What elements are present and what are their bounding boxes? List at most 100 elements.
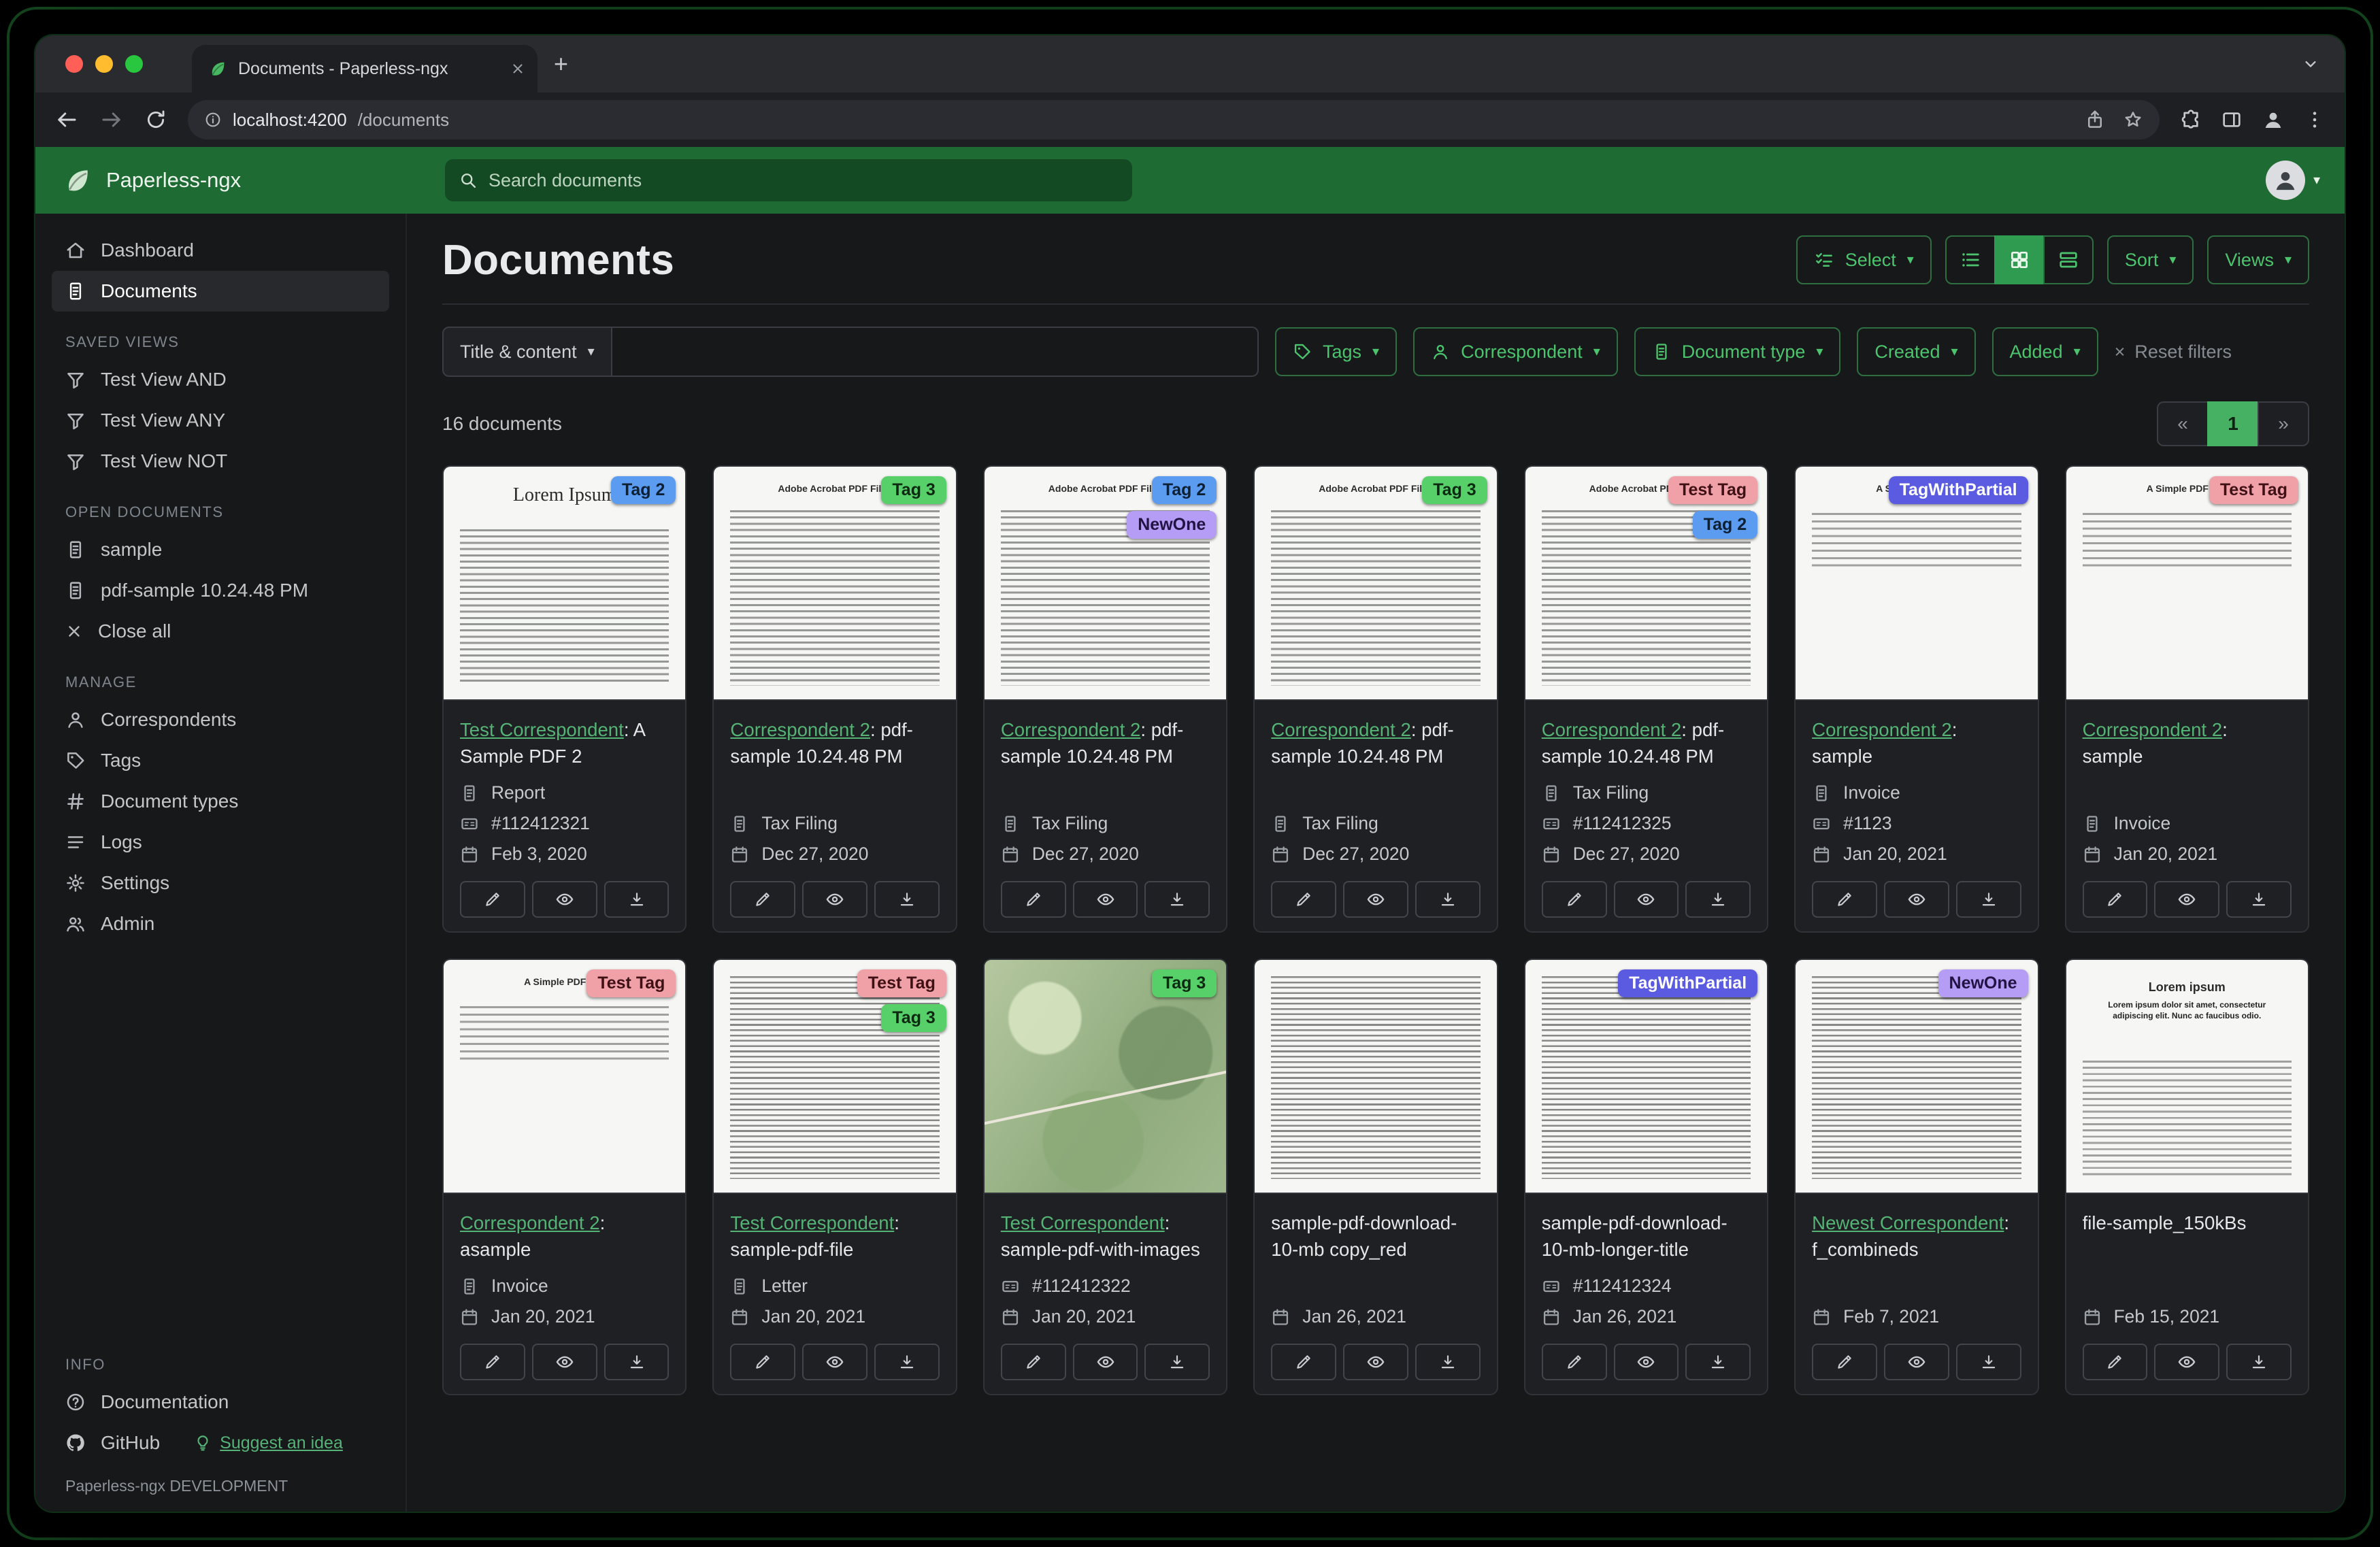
download-button[interactable] xyxy=(1955,881,2021,918)
view-button[interactable] xyxy=(2154,881,2220,918)
download-button[interactable] xyxy=(874,881,940,918)
sidebar-item-saved-view-any[interactable]: Test View ANY xyxy=(52,400,389,441)
document-thumbnail[interactable] xyxy=(1255,960,1497,1194)
back-button[interactable] xyxy=(54,107,79,132)
next-page-button[interactable]: » xyxy=(2258,401,2309,446)
minimize-window-button[interactable] xyxy=(95,55,113,73)
tag-badge[interactable]: Tag 2 xyxy=(1692,511,1758,539)
document-thumbnail[interactable]: Adobe Acrobat PDF Files Tag 2 NewOne xyxy=(984,467,1227,701)
document-title[interactable]: Correspondent 2: sample xyxy=(1812,717,2021,771)
download-button[interactable] xyxy=(1955,1344,2021,1380)
document-thumbnail[interactable]: Lorem Ipsum Tag 2 xyxy=(444,467,686,701)
correspondent-link[interactable]: Correspondent 2 xyxy=(1001,719,1141,740)
browser-menu-kebab-icon[interactable] xyxy=(2304,109,2326,131)
reload-button[interactable] xyxy=(144,108,167,131)
tag-badge[interactable]: NewOne xyxy=(1127,511,1217,539)
sidebar-item-documents[interactable]: Documents xyxy=(52,271,389,312)
tag-badge[interactable]: TagWithPartial xyxy=(1618,969,1758,997)
document-thumbnail[interactable]: Adobe Acrobat PDF Files Tag 3 xyxy=(1255,467,1497,701)
tag-badge[interactable]: NewOne xyxy=(1938,969,2028,997)
sidebar-item-tags[interactable]: Tags xyxy=(52,740,389,781)
correspondent-filter-button[interactable]: Correspondent ▾ xyxy=(1413,327,1618,376)
edit-button[interactable] xyxy=(1812,1344,1877,1380)
document-title[interactable]: Correspondent 2: pdf-sample 10.24.48 PM xyxy=(1542,717,1751,771)
edit-button[interactable] xyxy=(1271,1344,1337,1380)
download-button[interactable] xyxy=(2226,1344,2292,1380)
document-title[interactable]: Newest Correspondent: f_combineds xyxy=(1812,1210,2021,1265)
sidebar-item-dashboard[interactable]: Dashboard xyxy=(52,230,389,271)
tags-filter-button[interactable]: Tags ▾ xyxy=(1275,327,1398,376)
download-button[interactable] xyxy=(1144,881,1210,918)
tag-badge[interactable]: Tag 2 xyxy=(1151,476,1217,504)
page-1-button[interactable]: 1 xyxy=(2207,401,2259,446)
view-button[interactable] xyxy=(1072,1344,1138,1380)
document-title[interactable]: Test Correspondent: A Sample PDF 2 xyxy=(460,717,669,771)
bookmark-star-icon[interactable] xyxy=(2123,110,2143,130)
correspondent-link[interactable]: Newest Correspondent xyxy=(1812,1212,2004,1233)
tab-search-chevron-icon[interactable] xyxy=(2301,54,2320,73)
document-title[interactable]: Correspondent 2: pdf-sample 10.24.48 PM xyxy=(1271,717,1480,771)
correspondent-link[interactable]: Correspondent 2 xyxy=(730,719,870,740)
search-input[interactable] xyxy=(489,169,1119,191)
correspondent-link[interactable]: Correspondent 2 xyxy=(1271,719,1411,740)
prev-page-button[interactable]: « xyxy=(2157,401,2209,446)
filter-text-input[interactable] xyxy=(612,327,1259,377)
close-window-button[interactable] xyxy=(65,55,83,73)
user-menu[interactable]: ▾ xyxy=(2265,161,2320,200)
added-filter-button[interactable]: Added ▾ xyxy=(1991,327,2098,376)
tag-badge[interactable]: Test Tag xyxy=(1668,476,1758,504)
tag-badge[interactable]: Test Tag xyxy=(2209,476,2298,504)
tag-badge[interactable]: Tag 3 xyxy=(1422,476,1487,504)
sidebar-item-close-all[interactable]: Close all xyxy=(52,611,389,652)
view-button[interactable] xyxy=(802,1344,868,1380)
document-title[interactable]: Test Correspondent: sample-pdf-file xyxy=(730,1210,939,1265)
document-title[interactable]: Test Correspondent: sample-pdf-with-imag… xyxy=(1001,1210,1210,1265)
document-thumbnail[interactable]: A Simple PDF File Test Tag xyxy=(444,960,686,1194)
document-thumbnail[interactable]: TagWithPartial xyxy=(1525,960,1768,1194)
view-button[interactable] xyxy=(1613,1344,1679,1380)
correspondent-link[interactable]: Correspondent 2 xyxy=(1812,719,1952,740)
correspondent-link[interactable]: Correspondent 2 xyxy=(2083,719,2223,740)
correspondent-link[interactable]: Test Correspondent xyxy=(1001,1212,1165,1233)
document-thumbnail[interactable]: Lorem ipsum Lorem ipsum dolor sit amet, c… xyxy=(2066,960,2308,1194)
select-button[interactable]: Select ▾ xyxy=(1796,235,1932,284)
download-button[interactable] xyxy=(874,1344,940,1380)
document-title[interactable]: Correspondent 2: asample xyxy=(460,1210,669,1265)
edit-button[interactable] xyxy=(1541,881,1607,918)
document-title[interactable]: Correspondent 2: sample xyxy=(2083,717,2292,771)
edit-button[interactable] xyxy=(460,881,525,918)
tab-close-icon[interactable] xyxy=(510,61,525,76)
edit-button[interactable] xyxy=(1541,1344,1607,1380)
tag-badge[interactable]: Test Tag xyxy=(857,969,946,997)
filter-field-dropdown[interactable]: Title & content ▾ xyxy=(442,327,612,377)
download-button[interactable] xyxy=(2226,881,2292,918)
edit-button[interactable] xyxy=(730,1344,796,1380)
edit-button[interactable] xyxy=(2082,1344,2148,1380)
grid-view-button[interactable] xyxy=(1994,235,2045,284)
browser-profile-icon[interactable] xyxy=(2262,108,2285,131)
edit-button[interactable] xyxy=(460,1344,525,1380)
download-button[interactable] xyxy=(1415,1344,1481,1380)
correspondent-link[interactable]: Test Correspondent xyxy=(730,1212,894,1233)
sidebar-item-documentation[interactable]: Documentation xyxy=(52,1382,389,1423)
view-button[interactable] xyxy=(1343,1344,1408,1380)
forward-button[interactable] xyxy=(99,107,124,132)
sidebar-item-saved-view-and[interactable]: Test View AND xyxy=(52,359,389,400)
view-button[interactable] xyxy=(531,881,597,918)
sidebar-item-open-doc-pdf-sample[interactable]: pdf-sample 10.24.48 PM xyxy=(52,570,389,611)
tag-badge[interactable]: Tag 3 xyxy=(881,476,946,504)
tag-badge[interactable]: Tag 3 xyxy=(881,1004,946,1032)
document-thumbnail[interactable]: Test Tag Tag 3 xyxy=(714,960,956,1194)
download-button[interactable] xyxy=(604,881,670,918)
views-button[interactable]: Views ▾ xyxy=(2207,235,2309,284)
tag-badge[interactable]: Test Tag xyxy=(586,969,676,997)
sidebar-item-admin[interactable]: Admin xyxy=(52,903,389,944)
document-thumbnail[interactable]: Adobe Acrobat PDF Files Tag 3 xyxy=(714,467,956,701)
edit-button[interactable] xyxy=(1000,881,1066,918)
sidebar-item-logs[interactable]: Logs xyxy=(52,822,389,863)
correspondent-link[interactable]: Test Correspondent xyxy=(460,719,624,740)
download-button[interactable] xyxy=(1685,1344,1751,1380)
zoom-window-button[interactable] xyxy=(125,55,143,73)
view-button[interactable] xyxy=(531,1344,597,1380)
document-title[interactable]: Correspondent 2: pdf-sample 10.24.48 PM xyxy=(730,717,939,771)
